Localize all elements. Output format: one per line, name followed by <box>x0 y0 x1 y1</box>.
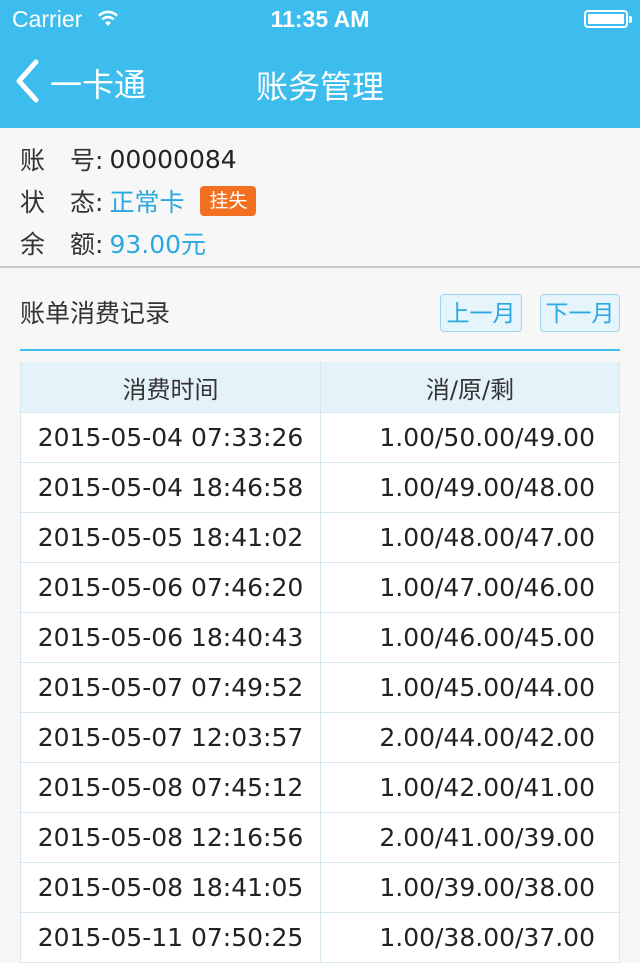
cell-amounts: 2.00/44.00/42.00 <box>379 723 595 752</box>
records-table: 消费时间 消/原/剩 2015-05-04 07:33:26 1.00/50.00… <box>20 362 620 963</box>
account-state-value: 正常卡 <box>109 188 185 217</box>
records-title: 账单消费记录 <box>20 299 171 328</box>
table-row: 2015-05-07 07:49:52 1.00/45.00/44.00 <box>21 663 619 713</box>
table-row: 2015-05-08 18:41:05 1.00/39.00/38.00 <box>21 863 619 913</box>
cell-amounts: 1.00/42.00/41.00 <box>379 773 595 802</box>
table-row: 2015-05-07 12:03:57 2.00/44.00/42.00 <box>21 713 619 763</box>
cell-time: 2015-05-11 07:50:25 <box>21 913 321 962</box>
cell-amounts: 1.00/45.00/44.00 <box>379 673 595 702</box>
column-header-time: 消费时间 <box>21 362 321 412</box>
account-balance-row: 余 额: 93.00元 <box>20 222 620 264</box>
account-balance-label: 余 额: <box>20 230 104 259</box>
table-body: 2015-05-04 07:33:26 1.00/50.00/49.00 2015-… <box>21 413 619 963</box>
account-number-row: 账 号: 00000084 <box>20 138 620 180</box>
table-row: 2015-05-11 07:50:25 1.00/38.00/37.00 <box>21 913 619 963</box>
account-info: 账 号: 00000084 状 态: 正常卡 挂失 余 额: 93.00元 <box>20 138 620 264</box>
account-balance-value: 93.00元 <box>109 230 207 259</box>
account-state-label: 状 态: <box>20 188 104 217</box>
account-number-label: 账 号: <box>20 146 104 175</box>
cell-time: 2015-05-07 07:49:52 <box>21 663 321 712</box>
cell-amounts: 1.00/38.00/37.00 <box>379 923 595 952</box>
table-row: 2015-05-08 07:45:12 1.00/42.00/41.00 <box>21 763 619 813</box>
back-label: 一卡通 <box>50 66 147 104</box>
chevron-left-icon <box>14 59 40 107</box>
records-title-underline <box>20 349 620 351</box>
cell-amounts: 1.00/50.00/49.00 <box>379 423 595 452</box>
table-row: 2015-05-06 18:40:43 1.00/46.00/45.00 <box>21 613 619 663</box>
prev-month-button[interactable]: 上一月 <box>440 294 522 332</box>
cell-time: 2015-05-04 18:46:58 <box>21 463 321 512</box>
next-month-button[interactable]: 下一月 <box>540 294 620 332</box>
cell-amounts: 1.00/48.00/47.00 <box>379 523 595 552</box>
cell-amounts: 1.00/39.00/38.00 <box>379 873 595 902</box>
table-row: 2015-05-05 18:41:02 1.00/48.00/47.00 <box>21 513 619 563</box>
cell-time: 2015-05-05 18:41:02 <box>21 513 321 562</box>
cell-amounts: 2.00/41.00/39.00 <box>379 823 595 852</box>
table-header: 消费时间 消/原/剩 <box>21 362 619 413</box>
app-header: Carrier 11:35 AM 一卡通 账务管理 <box>0 0 640 128</box>
cell-time: 2015-05-06 07:46:20 <box>21 563 321 612</box>
table-row: 2015-05-06 07:46:20 1.00/47.00/46.00 <box>21 563 619 613</box>
cell-amounts: 1.00/47.00/46.00 <box>379 573 595 602</box>
account-number-value: 00000084 <box>109 144 237 174</box>
cell-time: 2015-05-08 12:16:56 <box>21 813 321 862</box>
status-time: 11:35 AM <box>270 6 370 32</box>
status-bar: Carrier 11:35 AM <box>0 0 640 40</box>
battery-icon <box>584 10 632 28</box>
cell-time: 2015-05-04 07:33:26 <box>21 413 321 462</box>
section-divider <box>0 266 640 268</box>
table-row: 2015-05-04 18:46:58 1.00/49.00/48.00 <box>21 463 619 513</box>
table-row: 2015-05-04 07:33:26 1.00/50.00/49.00 <box>21 413 619 463</box>
cell-time: 2015-05-08 18:41:05 <box>21 863 321 912</box>
cell-amounts: 1.00/46.00/45.00 <box>379 623 595 652</box>
report-loss-button[interactable]: 挂失 <box>200 186 257 216</box>
column-header-amounts: 消/原/剩 <box>425 375 515 404</box>
back-button[interactable]: 一卡通 <box>14 58 146 108</box>
cell-time: 2015-05-06 18:40:43 <box>21 613 321 662</box>
account-state-row: 状 态: 正常卡 挂失 <box>20 180 620 222</box>
table-row: 2015-05-08 12:16:56 2.00/41.00/39.00 <box>21 813 619 863</box>
cell-time: 2015-05-07 12:03:57 <box>21 713 321 762</box>
navigation-bar: 一卡通 账务管理 <box>0 40 640 128</box>
cell-amounts: 1.00/49.00/48.00 <box>379 473 595 502</box>
cell-time: 2015-05-08 07:45:12 <box>21 763 321 812</box>
